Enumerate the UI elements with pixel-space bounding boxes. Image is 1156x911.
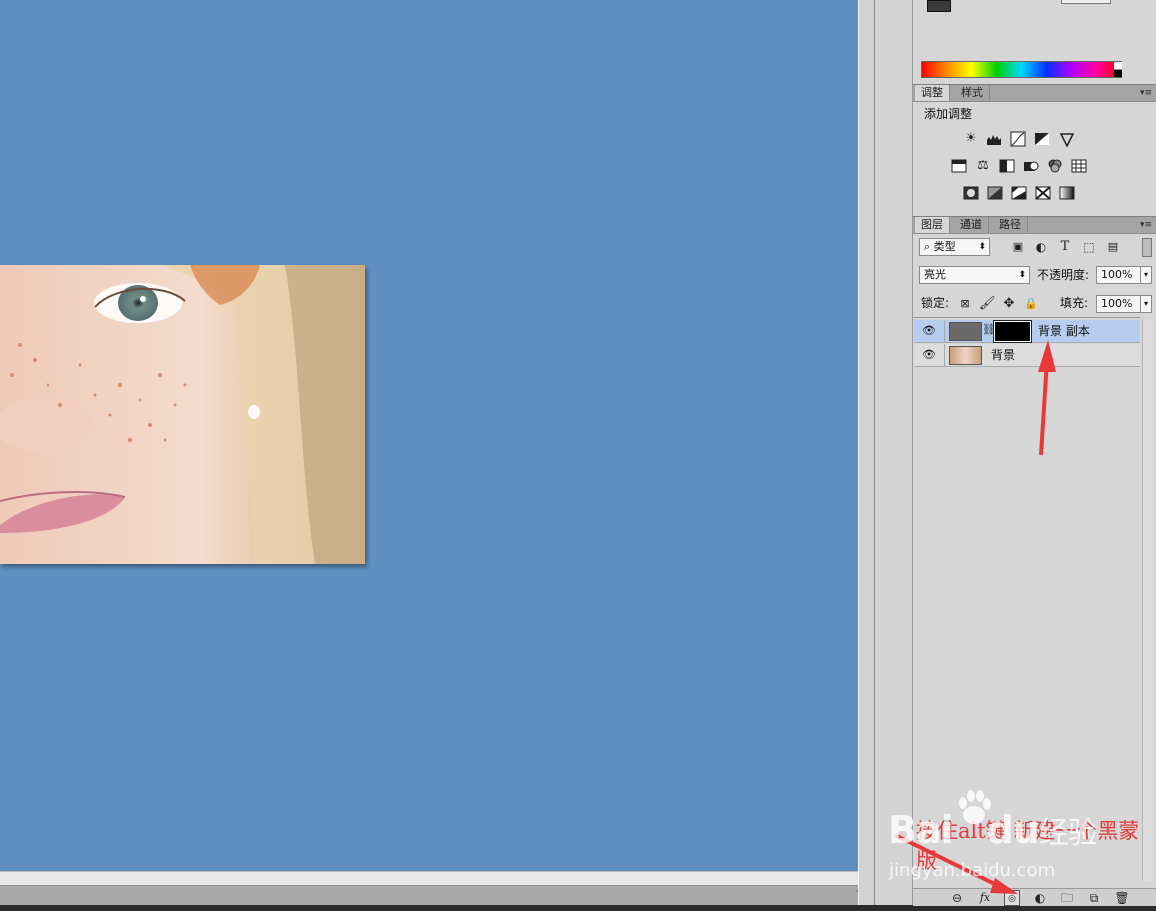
watermark-url: jingyan.baidu.com xyxy=(889,860,1056,881)
annotation-arrows xyxy=(894,340,1056,894)
baidu-paw-logo-icon xyxy=(959,790,991,824)
